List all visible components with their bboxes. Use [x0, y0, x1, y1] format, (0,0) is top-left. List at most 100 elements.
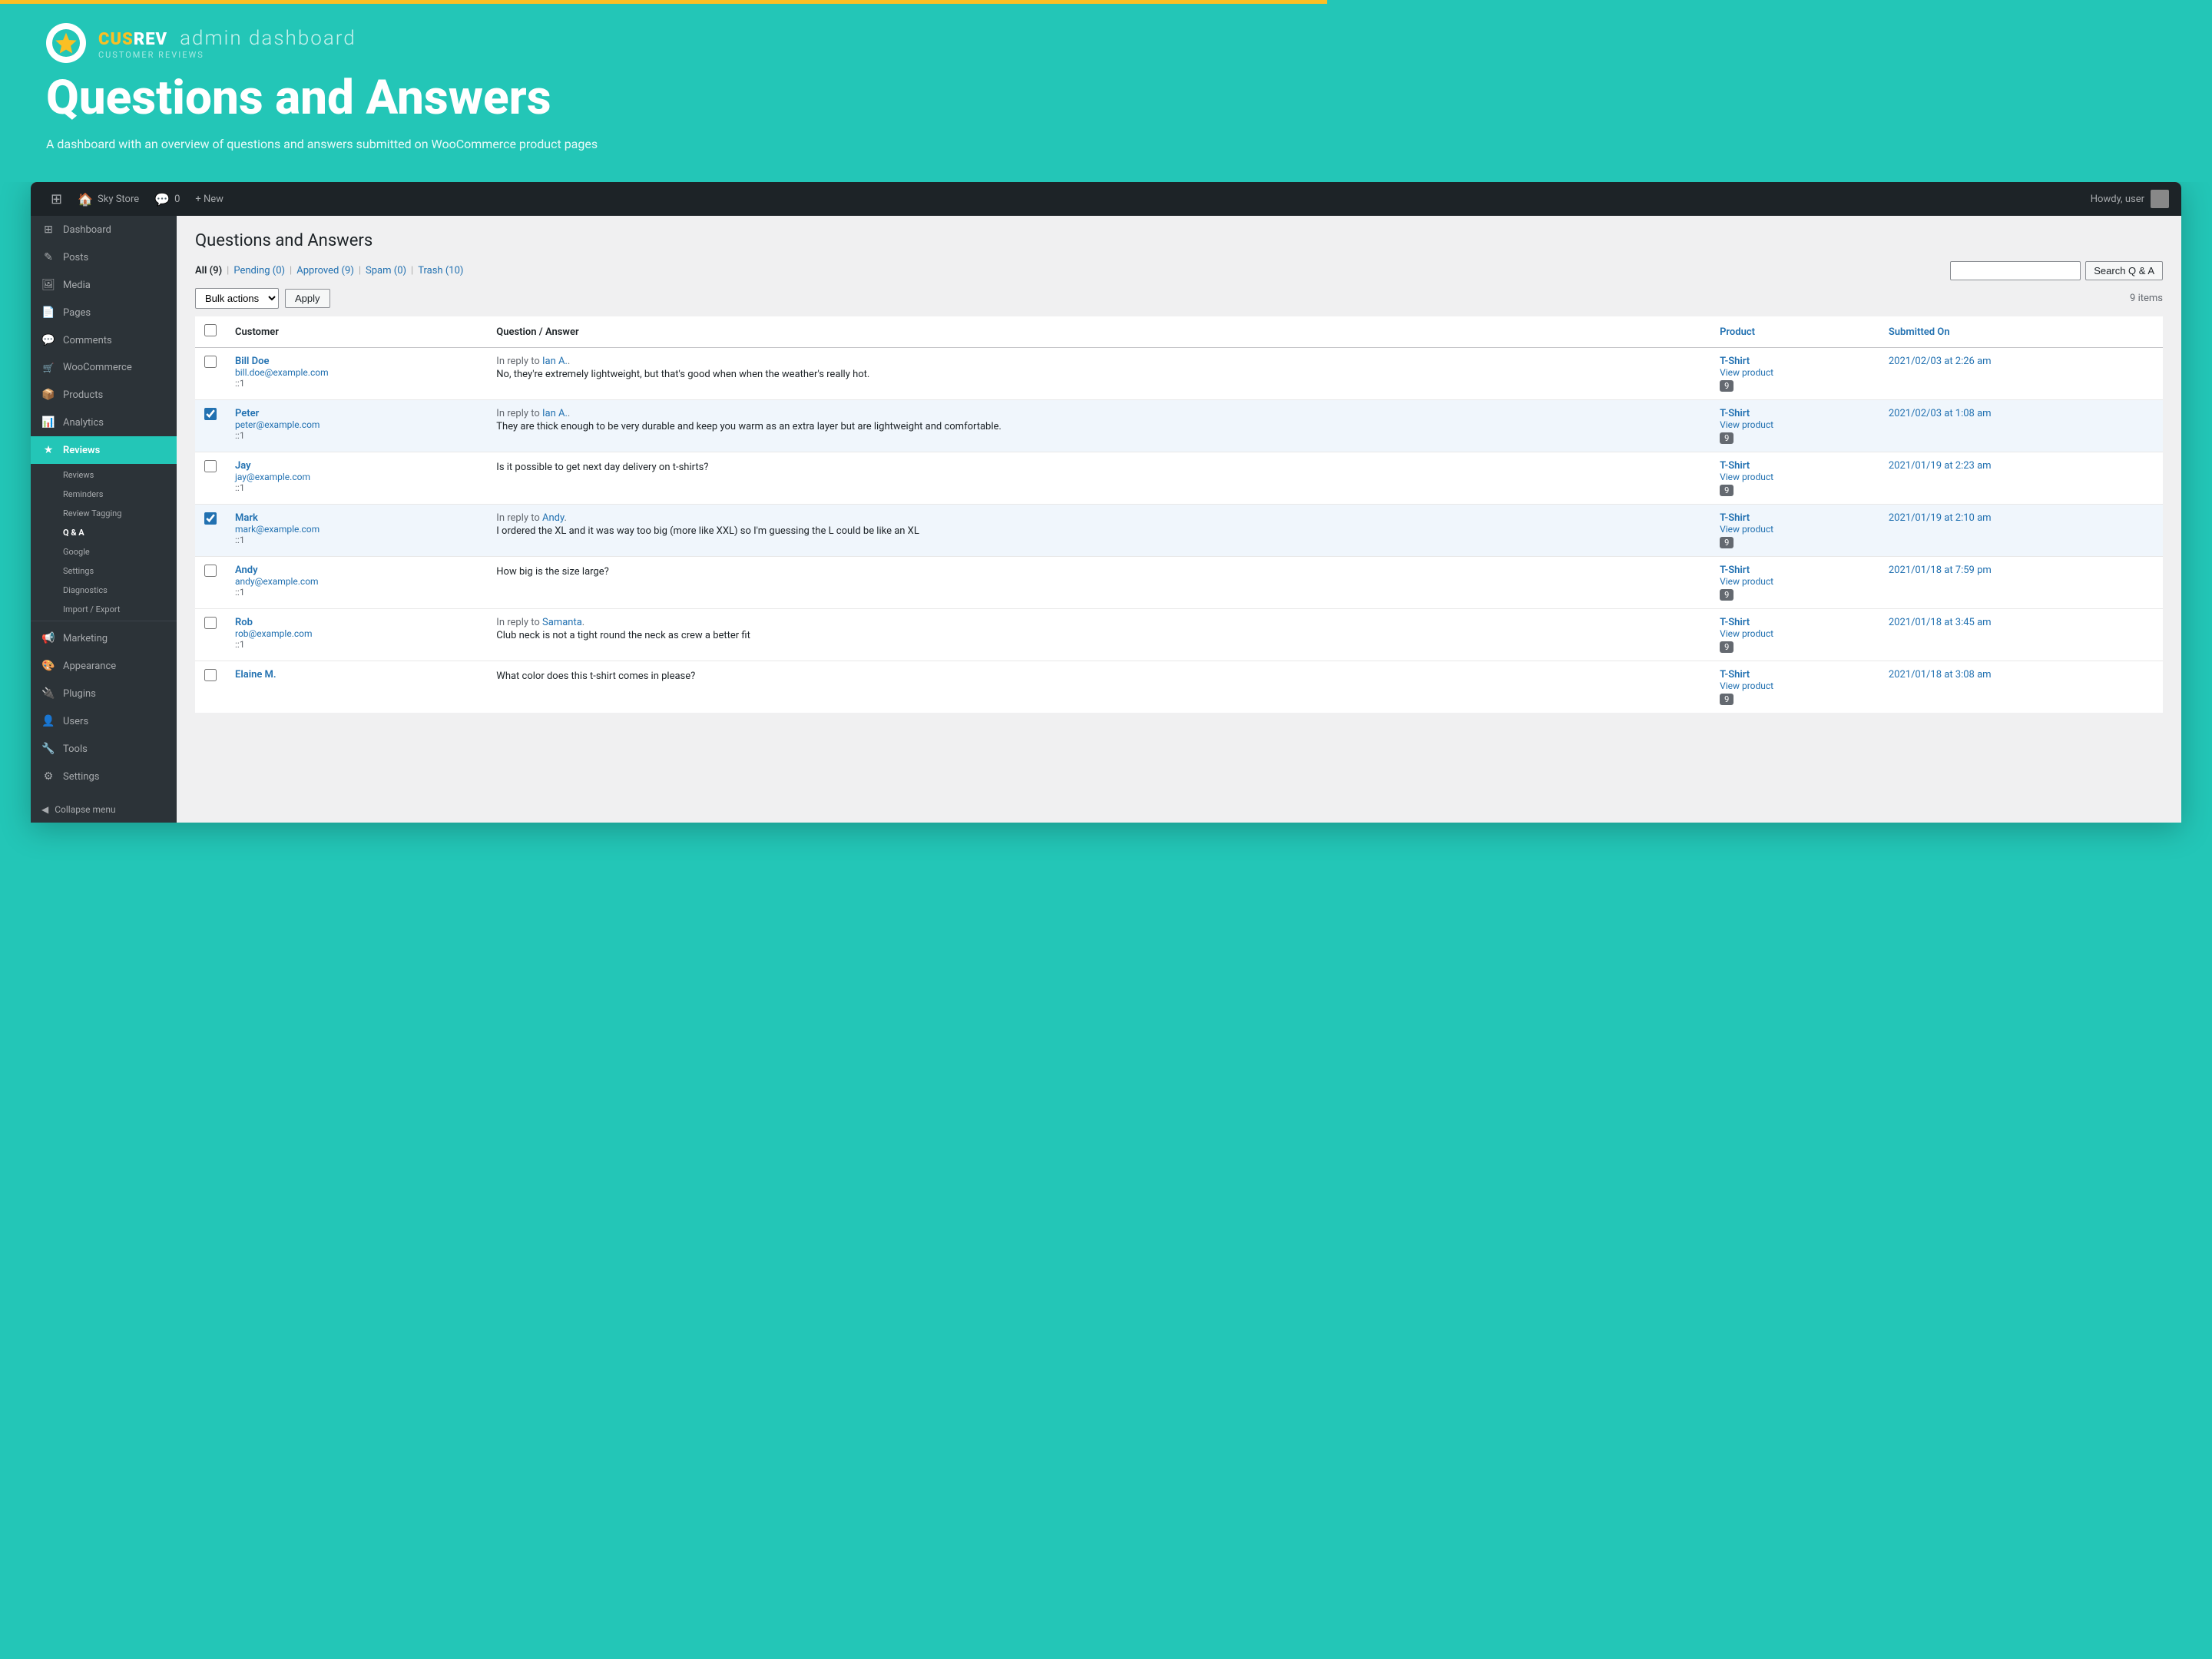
page-description: A dashboard with an overview of question…	[46, 137, 2166, 151]
sidebar-item-appearance[interactable]: 🎨 Appearance	[31, 652, 177, 680]
product-name[interactable]: T-Shirt	[1720, 460, 1870, 472]
product-name[interactable]: T-Shirt	[1720, 617, 1870, 628]
customer-name[interactable]: Rob	[235, 617, 478, 628]
pages-icon: 📄	[41, 306, 55, 319]
customer-email[interactable]: andy@example.com	[235, 576, 478, 587]
row-checkbox[interactable]	[204, 617, 217, 629]
qa-cell: Is it possible to get next day delivery …	[487, 452, 1710, 505]
bulk-actions-select[interactable]: Bulk actions	[195, 288, 279, 309]
sidebar-item-settings[interactable]: ⚙ Settings	[31, 763, 177, 790]
reply-to-link[interactable]: Ian A.	[542, 408, 568, 419]
submitted-cell: 2021/01/18 at 7:59 pm	[1879, 557, 2163, 609]
product-name[interactable]: T-Shirt	[1720, 512, 1870, 524]
submitted-cell: 2021/02/03 at 1:08 am	[1879, 400, 2163, 452]
sidebar-sub-qa[interactable]: Q & A	[31, 522, 177, 541]
sidebar-item-posts[interactable]: ✎ Posts	[31, 243, 177, 271]
row-checkbox[interactable]	[204, 669, 217, 681]
sidebar-sub-google[interactable]: Google	[31, 541, 177, 560]
reply-to-link[interactable]: Ian A.	[542, 356, 568, 367]
sidebar-item-users[interactable]: 👤 Users	[31, 707, 177, 735]
new-button[interactable]: + New	[187, 182, 231, 216]
row-checkbox[interactable]	[204, 408, 217, 420]
filter-trash[interactable]: Trash (10)	[418, 265, 463, 276]
view-product-link[interactable]: View product	[1720, 680, 1870, 691]
customer-name[interactable]: Jay	[235, 460, 478, 472]
sidebar-item-analytics[interactable]: 📊 Analytics	[31, 409, 177, 436]
customer-email[interactable]: peter@example.com	[235, 419, 478, 430]
analytics-icon: 📊	[41, 416, 55, 429]
col-header-check	[195, 316, 226, 348]
sidebar-item-comments[interactable]: 💬 Comments	[31, 326, 177, 354]
customer-email[interactable]: rob@example.com	[235, 628, 478, 639]
submitted-date: 2021/01/19 at 2:23 am	[1889, 460, 1992, 472]
row-checkbox-cell	[195, 661, 226, 714]
row-checkbox[interactable]	[204, 565, 217, 577]
row-checkbox[interactable]	[204, 356, 217, 368]
view-product-link[interactable]: View product	[1720, 576, 1870, 587]
comments-button[interactable]: 💬 0	[147, 182, 187, 216]
search-input[interactable]	[1950, 261, 2081, 280]
settings-icon: ⚙	[41, 770, 55, 783]
store-name-button[interactable]: 🏠 Sky Store	[70, 182, 147, 216]
product-name[interactable]: T-Shirt	[1720, 565, 1870, 576]
bulk-actions-bar: Bulk actions Apply 9 items	[195, 288, 2163, 309]
sidebar-item-marketing[interactable]: 📢 Marketing	[31, 624, 177, 652]
customer-cell: Jayjay@example.com::1	[226, 452, 487, 505]
product-name[interactable]: T-Shirt	[1720, 408, 1870, 419]
submitted-date: 2021/01/18 at 3:08 am	[1889, 669, 1992, 680]
customer-name[interactable]: Bill Doe	[235, 356, 478, 367]
table-row: Andyandy@example.com::1How big is the si…	[195, 557, 2163, 609]
customer-name[interactable]: Mark	[235, 512, 478, 524]
filter-spam[interactable]: Spam (0)	[366, 265, 406, 276]
col-header-product[interactable]: Product	[1710, 316, 1879, 348]
apply-button[interactable]: Apply	[285, 289, 330, 308]
sidebar-item-woocommerce[interactable]: 🛒 WooCommerce	[31, 354, 177, 381]
filter-all[interactable]: All (9)	[195, 265, 222, 276]
sidebar-sub-settings[interactable]: Settings	[31, 560, 177, 579]
select-all-checkbox[interactable]	[204, 324, 217, 336]
qa-cell: In reply to Ian A..They are thick enough…	[487, 400, 1710, 452]
customer-email[interactable]: bill.doe@example.com	[235, 367, 478, 378]
sidebar-sub-diagnostics[interactable]: Diagnostics	[31, 579, 177, 598]
view-product-link[interactable]: View product	[1720, 524, 1870, 535]
customer-name[interactable]: Andy	[235, 565, 478, 576]
sidebar-sub-import-export[interactable]: Import / Export	[31, 598, 177, 618]
product-badge: 9	[1720, 432, 1734, 444]
product-cell: T-Shirt View product 9	[1710, 505, 1879, 557]
customer-name[interactable]: Peter	[235, 408, 478, 419]
tools-icon: 🔧	[41, 743, 55, 755]
media-icon: 🖼	[41, 279, 55, 291]
sidebar-sub-review-tagging[interactable]: Review Tagging	[31, 502, 177, 522]
sidebar-item-pages[interactable]: 📄 Pages	[31, 299, 177, 326]
filter-approved[interactable]: Approved (9)	[296, 265, 354, 276]
product-name[interactable]: T-Shirt	[1720, 356, 1870, 367]
view-product-link[interactable]: View product	[1720, 628, 1870, 639]
sidebar-item-dashboard[interactable]: ⊞ Dashboard	[31, 216, 177, 243]
customer-name[interactable]: Elaine M.	[235, 669, 478, 680]
product-name[interactable]: T-Shirt	[1720, 669, 1870, 680]
sidebar-sub-reminders[interactable]: Reminders	[31, 483, 177, 502]
customer-email[interactable]: mark@example.com	[235, 524, 478, 535]
sidebar-item-reviews[interactable]: ★ Reviews	[31, 436, 177, 464]
sidebar-item-tools[interactable]: 🔧 Tools	[31, 735, 177, 763]
wp-logo-button[interactable]: ⊞	[43, 182, 70, 216]
col-header-submitted[interactable]: Submitted On	[1879, 316, 2163, 348]
sidebar-item-plugins[interactable]: 🔌 Plugins	[31, 680, 177, 707]
reply-to-link[interactable]: Samanta	[542, 617, 582, 628]
reply-to-link[interactable]: Andy	[542, 512, 564, 524]
sidebar-item-products[interactable]: 📦 Products	[31, 381, 177, 409]
row-checkbox-cell	[195, 452, 226, 505]
view-product-link[interactable]: View product	[1720, 419, 1870, 430]
search-qa-button[interactable]: Search Q & A	[2085, 261, 2163, 280]
row-checkbox[interactable]	[204, 460, 217, 472]
view-product-link[interactable]: View product	[1720, 472, 1870, 482]
product-cell: T-Shirt View product 9	[1710, 661, 1879, 714]
sidebar-item-media[interactable]: 🖼 Media	[31, 271, 177, 299]
collapse-menu-button[interactable]: ◀ Collapse menu	[31, 796, 177, 823]
row-checkbox[interactable]	[204, 512, 217, 525]
customer-email[interactable]: jay@example.com	[235, 472, 478, 482]
qa-text: No, they're extremely lightweight, but t…	[496, 369, 1701, 380]
sidebar-sub-reviews[interactable]: Reviews	[31, 464, 177, 483]
view-product-link[interactable]: View product	[1720, 367, 1870, 378]
filter-pending[interactable]: Pending (0)	[233, 265, 285, 276]
